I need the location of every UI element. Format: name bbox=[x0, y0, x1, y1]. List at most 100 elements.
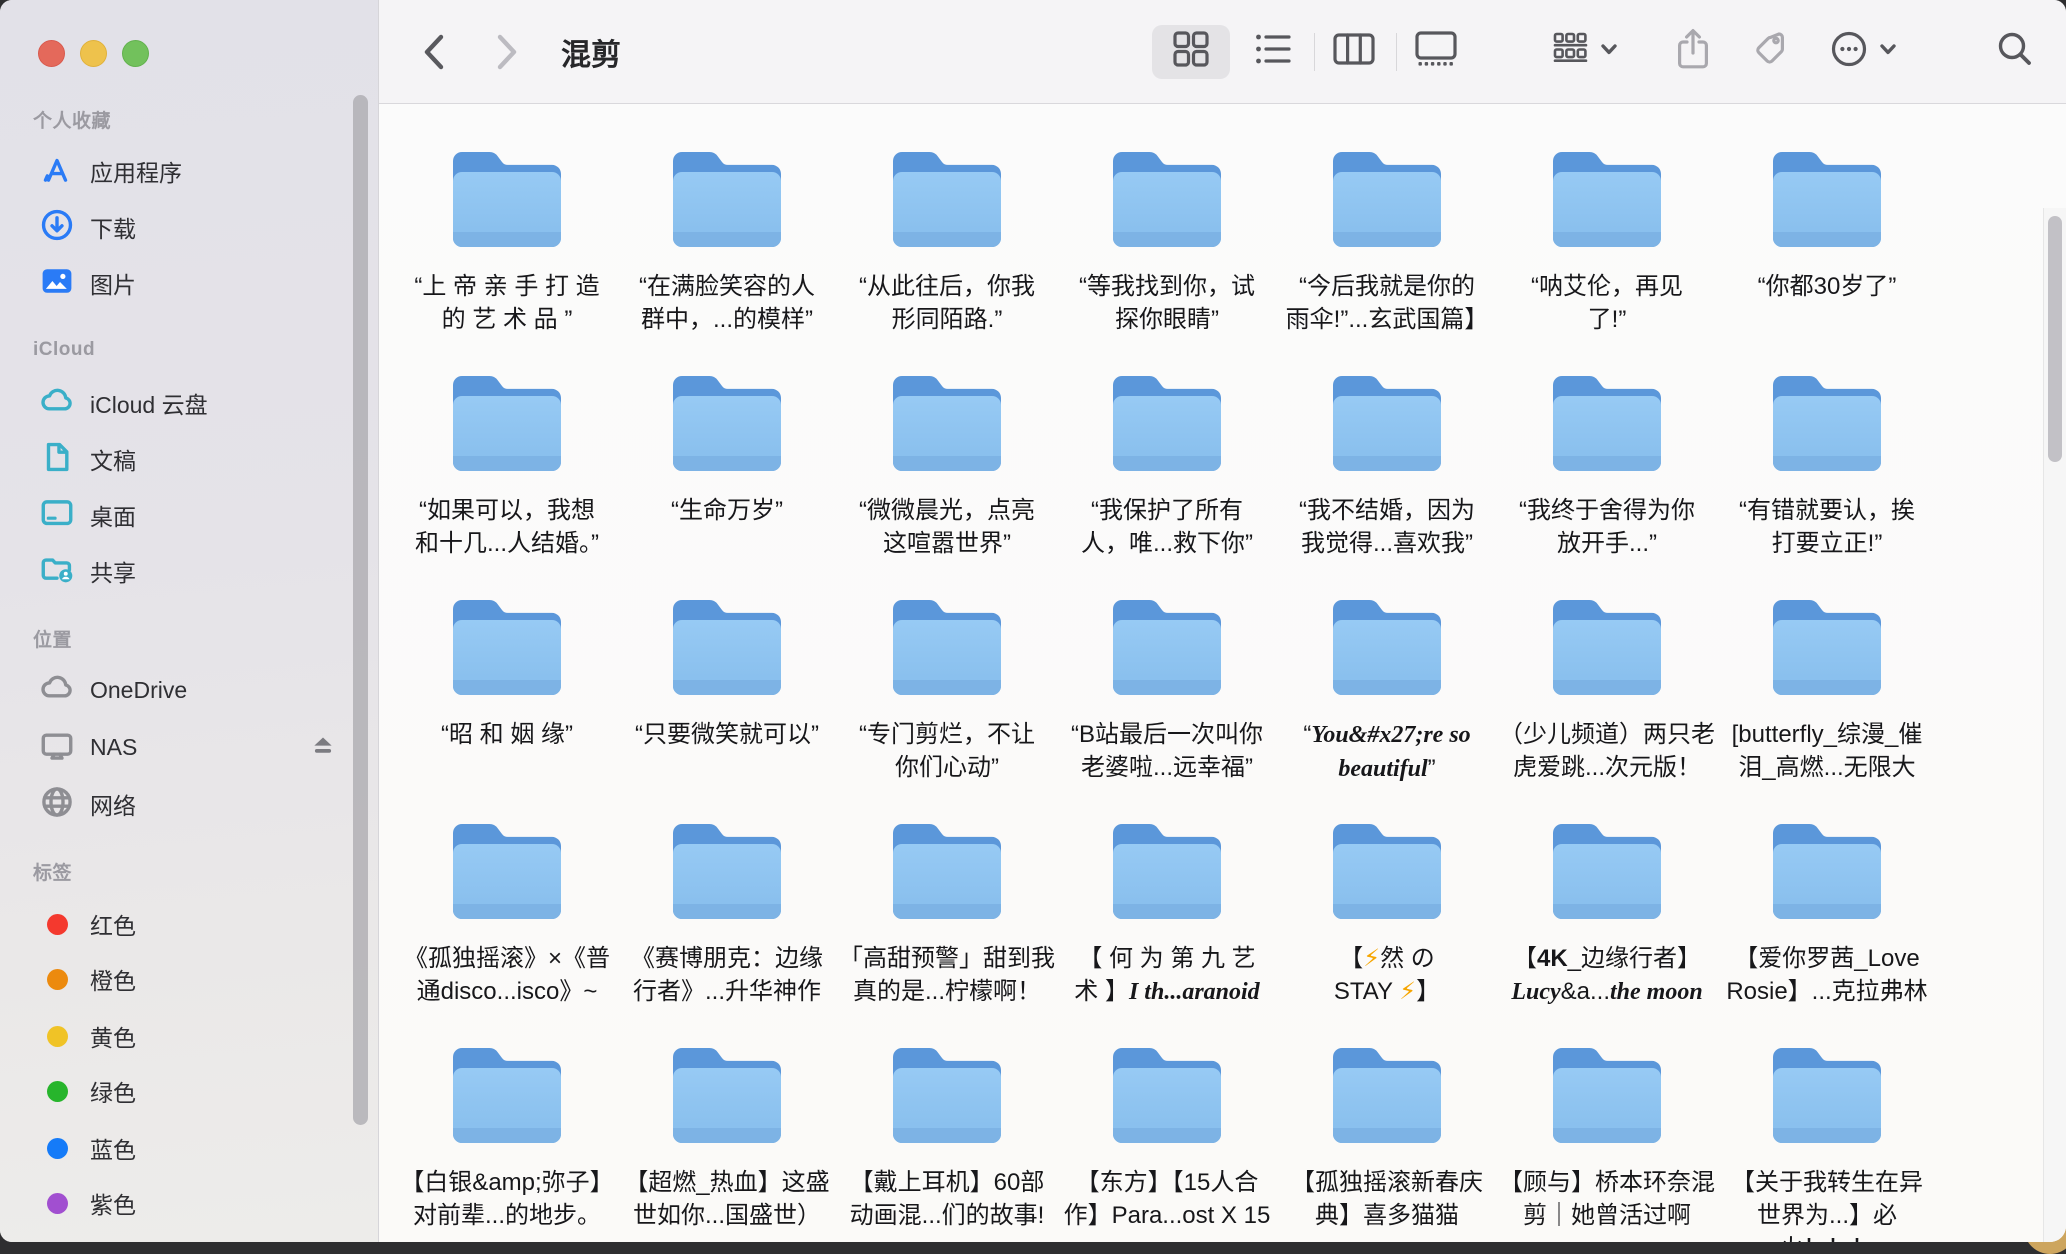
folder-icon bbox=[665, 594, 789, 698]
folder-item[interactable]: “我保护了所有人，唯...救下你” bbox=[1057, 328, 1277, 552]
back-button[interactable] bbox=[409, 0, 459, 103]
folder-item[interactable]: 《赛博朋克：边缘行者》...升华神作 bbox=[617, 776, 837, 1000]
folder-item[interactable]: “专门剪烂，不让你们心动” bbox=[837, 552, 1057, 776]
sidebar-item-文稿[interactable]: 文稿 bbox=[22, 431, 352, 487]
sidebar-scrollbar[interactable] bbox=[353, 95, 368, 1125]
sidebar-item-黄色[interactable]: 黄色 bbox=[22, 1008, 352, 1064]
share-button[interactable] bbox=[1667, 0, 1719, 103]
chevron-down-icon bbox=[1599, 40, 1619, 63]
folder-item[interactable]: “有错就要认，挨打要立正!” bbox=[1717, 328, 1937, 552]
search-button[interactable] bbox=[1989, 0, 2041, 103]
sidebar-item-下载[interactable]: 下载 bbox=[22, 199, 352, 255]
folder-item[interactable]: “呐艾伦，再见了!” bbox=[1497, 104, 1717, 328]
folder-item[interactable]: “生命万岁” bbox=[617, 328, 837, 552]
gallery-view-icon bbox=[1413, 27, 1459, 76]
folder-name: “从此往后，你我形同陌路.” bbox=[837, 270, 1057, 336]
sidebar-item-图片[interactable]: 图片 bbox=[22, 255, 352, 311]
list-view-icon bbox=[1251, 27, 1295, 76]
forward-button[interactable] bbox=[482, 0, 532, 103]
folder-item[interactable]: “在满脸笑容的人群中，...的模样” bbox=[617, 104, 837, 328]
folder-item[interactable]: “B站最后一次叫你老婆啦...远幸福” bbox=[1057, 552, 1277, 776]
folder-name: “等我找到你，试探你眼睛” bbox=[1057, 270, 1277, 336]
minimize-button[interactable] bbox=[80, 40, 107, 67]
sidebar-item-绿色[interactable]: 绿色 bbox=[22, 1063, 352, 1119]
tag-color-dot bbox=[47, 914, 68, 935]
sidebar-item-橙色[interactable]: 橙色 bbox=[22, 951, 352, 1007]
gallery-view-button[interactable] bbox=[1397, 0, 1475, 103]
sidebar-item-label: 绿色 bbox=[90, 1074, 136, 1108]
sidebar-item-nas[interactable]: NAS bbox=[22, 719, 352, 775]
icon-view-button[interactable] bbox=[1152, 0, 1230, 103]
tag-color-dot bbox=[47, 1193, 68, 1214]
sidebar-item-桌面[interactable]: 桌面 bbox=[22, 487, 352, 543]
folder-icon bbox=[445, 818, 569, 922]
zoom-button[interactable] bbox=[122, 40, 149, 67]
folder-icon bbox=[1105, 594, 1229, 698]
group-button[interactable] bbox=[1547, 0, 1623, 103]
list-view-button[interactable] bbox=[1234, 0, 1312, 103]
folder-item[interactable]: “你都30岁了” bbox=[1717, 104, 1937, 328]
folder-item[interactable]: 【超燃_热血】这盛世如你...国盛世） bbox=[617, 1000, 837, 1224]
sidebar-item-应用程序[interactable]: 应用程序 bbox=[22, 143, 352, 199]
toolbar: 混剪 bbox=[379, 0, 2066, 104]
content-scrollbar-track[interactable] bbox=[2043, 208, 2066, 1242]
folder-name: 【4K_边缘行者】Lucy&a...the moon bbox=[1497, 942, 1717, 1009]
folder-icon bbox=[1105, 818, 1229, 922]
folder-item[interactable]: “如果可以，我想和十几...人结婚。” bbox=[397, 328, 617, 552]
folder-item[interactable]: 【孤独摇滚新春庆典】喜多猫猫 bbox=[1277, 1000, 1497, 1224]
folder-name: “有错就要认，挨打要立正!” bbox=[1717, 494, 1937, 560]
folder-item[interactable]: “只要微笑就可以” bbox=[617, 552, 837, 776]
folder-item[interactable]: “微微晨光，点亮这喧嚣世界” bbox=[837, 328, 1057, 552]
sidebar: 个人收藏 应用程序 下载 图片iCloud iCloud 云盘 文稿 桌面 共享… bbox=[0, 0, 378, 1242]
folder-item[interactable]: （少儿频道）两只老虎爱跳...次元版！ bbox=[1497, 552, 1717, 776]
sidebar-item-蓝色[interactable]: 蓝色 bbox=[22, 1120, 352, 1176]
folder-item[interactable]: “上 帝 亲 手 打 造的 艺 术 品 ” bbox=[397, 104, 617, 328]
folder-name: 「高甜预警」甜到我真的是...柠檬啊！ bbox=[837, 942, 1057, 1008]
folder-item[interactable]: “我终于舍得为你放开手...” bbox=[1497, 328, 1717, 552]
sidebar-item-网络[interactable]: 网络 bbox=[22, 776, 352, 832]
folder-name: “我保护了所有人，唯...救下你” bbox=[1057, 494, 1277, 560]
folder-icon bbox=[1765, 818, 1889, 922]
folder-item[interactable]: 【 何 为 第 九 艺术 】I th...aranoid bbox=[1057, 776, 1277, 1000]
sidebar-item-label: iCloud 云盘 bbox=[90, 386, 208, 420]
sidebar-item-紫色[interactable]: 紫色 bbox=[22, 1175, 352, 1231]
sidebar-item-onedrive[interactable]: OneDrive bbox=[22, 662, 352, 718]
folder-item[interactable]: 《孤独摇滚》×《普通disco...isco》~ bbox=[397, 776, 617, 1000]
folder-item[interactable]: 【4K_边缘行者】Lucy&a...the moon bbox=[1497, 776, 1717, 1000]
folder-item[interactable]: “You&#x27;re sobeautiful” bbox=[1277, 552, 1497, 776]
chevron-left-icon bbox=[417, 29, 451, 75]
sidebar-item-label: 共享 bbox=[90, 554, 136, 588]
folder-item[interactable]: “等我找到你，试探你眼睛” bbox=[1057, 104, 1277, 328]
folder-item[interactable]: 【顾与】桥本环奈混剪｜她曾活过啊 bbox=[1497, 1000, 1717, 1224]
folder-item[interactable]: 【白银&amp;弥子】对前辈...的地步。 bbox=[397, 1000, 617, 1224]
folder-icon bbox=[1325, 370, 1449, 474]
folder-item[interactable]: “我不结婚，因为我觉得...喜欢我” bbox=[1277, 328, 1497, 552]
folder-item[interactable]: “今后我就是你的雨伞!”...玄武国篇】 bbox=[1277, 104, 1497, 328]
sidebar-item-红色[interactable]: 红色 bbox=[22, 896, 352, 952]
chevron-right-icon bbox=[490, 29, 524, 75]
folder-name: “呐艾伦，再见了!” bbox=[1497, 270, 1717, 336]
sidebar-item-icloud-云盘[interactable]: iCloud 云盘 bbox=[22, 375, 352, 431]
folder-icon bbox=[1765, 370, 1889, 474]
folder-item[interactable]: 【东方】【15人合作】Para...ost X 15 bbox=[1057, 1000, 1277, 1224]
folder-item[interactable]: 「高甜预警」甜到我真的是...柠檬啊！ bbox=[837, 776, 1057, 1000]
folder-item[interactable]: 【关于我转生在异世界为...】必火！！！ bbox=[1717, 1000, 1937, 1224]
column-view-button[interactable] bbox=[1315, 0, 1393, 103]
folder-item[interactable]: [butterfly_综漫_催泪_高燃...无限大 bbox=[1717, 552, 1937, 776]
content-scrollbar-thumb[interactable] bbox=[2048, 216, 2062, 462]
eject-button[interactable] bbox=[308, 730, 338, 765]
folder-item[interactable]: 【⚡然 のSTAY ⚡】 bbox=[1277, 776, 1497, 1000]
folder-item[interactable]: “从此往后，你我形同陌路.” bbox=[837, 104, 1057, 328]
sidebar-item-共享[interactable]: 共享 bbox=[22, 543, 352, 599]
folder-item[interactable]: “昭 和 姻 缘” bbox=[397, 552, 617, 776]
folder-icon bbox=[665, 1042, 789, 1146]
folder-icon bbox=[1545, 146, 1669, 250]
folder-item[interactable]: 【戴上耳机】60部动画混...们的故事! bbox=[837, 1000, 1057, 1224]
tag-button[interactable] bbox=[1747, 0, 1799, 103]
close-button[interactable] bbox=[38, 40, 65, 67]
folder-icon bbox=[1325, 594, 1449, 698]
icon-view-icon bbox=[1169, 27, 1213, 76]
more-button[interactable] bbox=[1825, 0, 1901, 103]
folder-icon bbox=[885, 370, 1009, 474]
folder-item[interactable]: 【爱你罗茜_LoveRosie】...克拉弗林 bbox=[1717, 776, 1937, 1000]
